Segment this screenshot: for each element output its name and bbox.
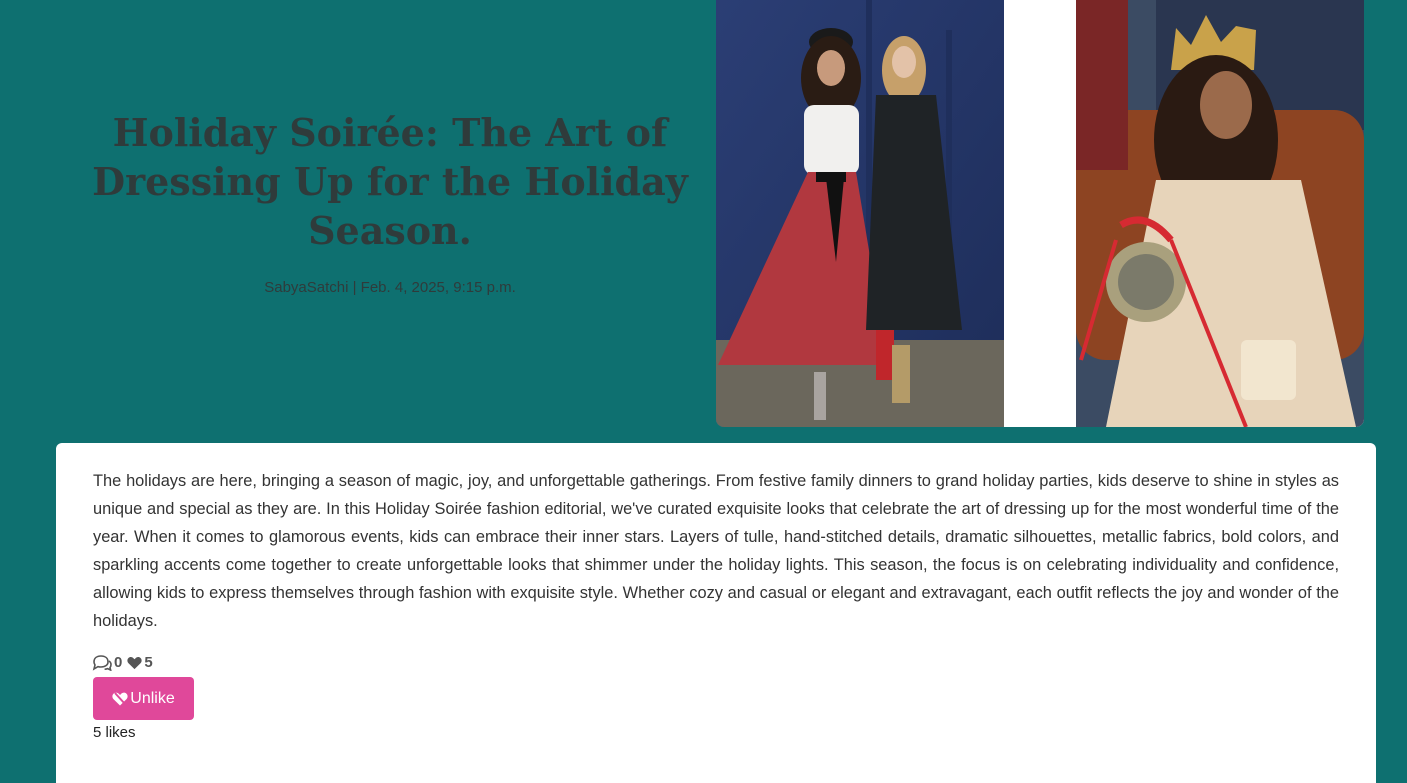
heart-icon xyxy=(127,656,142,670)
comments-icon xyxy=(92,654,112,671)
unlike-button-label: Unlike xyxy=(130,689,175,707)
cover-photo-right xyxy=(1076,0,1364,427)
post-title: Holiday Soirée: The Art of Dressing Up f… xyxy=(92,110,688,253)
post-body: The holidays are here, bringing a season… xyxy=(93,472,1339,630)
like-count-stat: 5 xyxy=(127,654,153,671)
unlike-button[interactable]: Unlike xyxy=(93,677,194,720)
post-header: Holiday Soirée: The Art of Dressing Up f… xyxy=(90,108,690,296)
cover-photo-left xyxy=(716,0,1004,427)
post-content-card: The holidays are here, bringing a season… xyxy=(56,443,1376,783)
likes-count-text: 5 likes xyxy=(93,724,136,741)
comment-count: 0 xyxy=(114,654,123,671)
like-count: 5 xyxy=(144,654,153,671)
post-stats: 0 5 xyxy=(92,654,156,671)
post-byline: SabyaSatchi | Feb. 4, 2025, 9:15 p.m. xyxy=(264,279,516,296)
post-hero: Holiday Soirée: The Art of Dressing Up f… xyxy=(0,0,1407,443)
comment-count-stat: 0 xyxy=(92,654,122,671)
post-cover-image xyxy=(716,0,1364,427)
heart-crack-icon xyxy=(112,691,128,706)
